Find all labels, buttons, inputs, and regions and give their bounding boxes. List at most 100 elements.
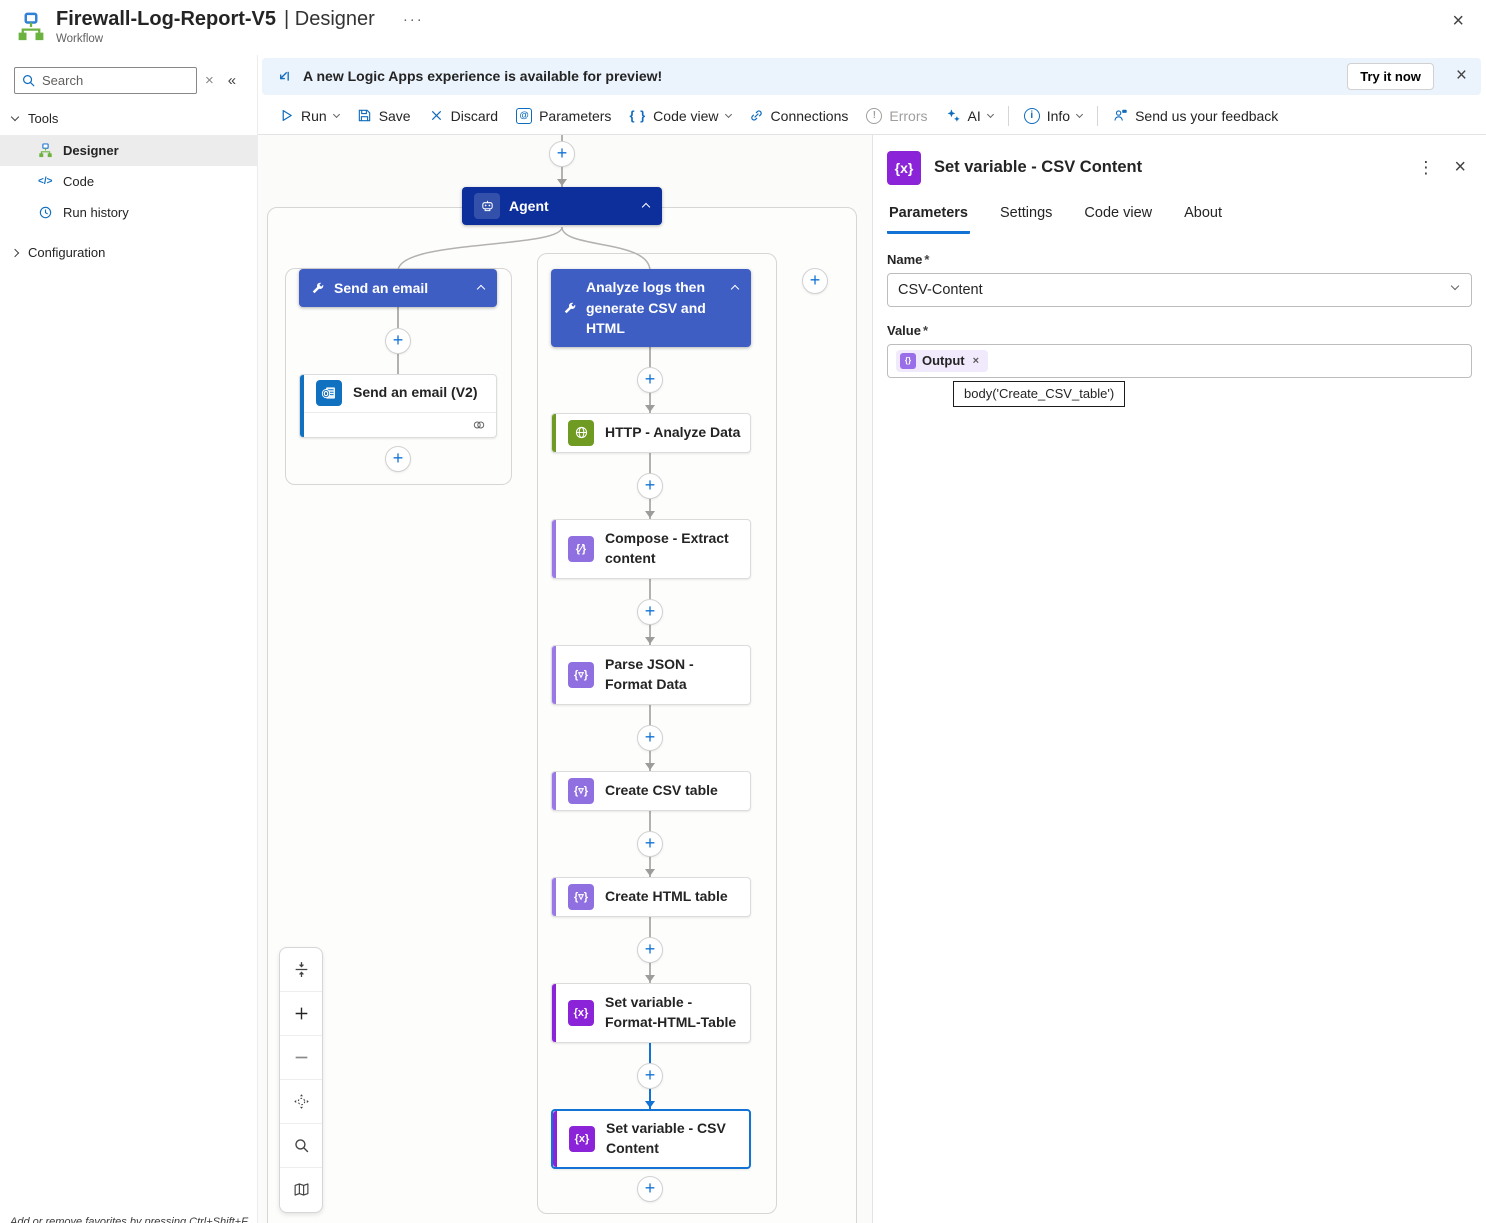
output-token[interactable]: {} Output ×: [896, 349, 989, 372]
run-button[interactable]: Run: [270, 103, 348, 129]
action-node-http-analyze-data[interactable]: HTTP - Analyze Data: [551, 412, 751, 453]
try-it-now-button[interactable]: Try it now: [1347, 62, 1434, 90]
add-tool-button[interactable]: +: [802, 267, 828, 294]
action-node-create-html-table[interactable]: {▿} Create HTML table: [551, 876, 751, 917]
action-node-set-variable-format-html[interactable]: {x} Set variable - Format-HTML-Table: [551, 982, 751, 1043]
clock-icon: [39, 206, 52, 219]
code-view-button[interactable]: { } Code view: [620, 103, 739, 129]
pan-mode-button[interactable]: [280, 1080, 322, 1124]
canvas-search-button[interactable]: [280, 1124, 322, 1168]
save-button[interactable]: Save: [348, 103, 420, 129]
designer-canvas[interactable]: + Agent + Send an email + Send an email …: [258, 134, 872, 1223]
action-node-create-csv-table[interactable]: {▿} Create CSV table: [551, 770, 751, 811]
add-action-button[interactable]: +: [637, 366, 663, 393]
name-field-label: Name *: [887, 251, 930, 267]
accent-bar: [552, 877, 556, 916]
arrow-down-icon: [645, 404, 655, 412]
sidebar-group-tools[interactable]: Tools: [0, 102, 257, 135]
set-variable-icon: {x}: [568, 999, 594, 1026]
arrow-down-icon: [645, 762, 655, 770]
zoom-in-button[interactable]: [280, 992, 322, 1036]
connection-icon: [473, 421, 485, 429]
action-node-parse-json[interactable]: {▿} Parse JSON - Format Data: [551, 644, 751, 705]
panel-close-icon[interactable]: ×: [1454, 156, 1466, 179]
chevron-up-icon[interactable]: [641, 203, 651, 212]
tool-node-send-email[interactable]: Send an email: [299, 268, 497, 307]
sidebar-group-configuration[interactable]: Configuration: [0, 236, 257, 269]
variable-value-input[interactable]: {} Output ×: [887, 343, 1472, 378]
tab-code-view[interactable]: Code view: [1082, 199, 1154, 234]
toolbar-divider: [1097, 105, 1099, 126]
run-icon: [282, 110, 292, 122]
sidebar-item-code[interactable]: </> Code: [0, 166, 257, 197]
add-action-button[interactable]: +: [637, 724, 663, 751]
search-clear-icon[interactable]: ×: [205, 72, 214, 89]
add-action-button[interactable]: +: [637, 1062, 663, 1089]
chevron-right-icon: [10, 248, 20, 257]
favorites-hint: Add or remove favorites by pressing Ctrl…: [10, 1216, 248, 1223]
info-button[interactable]: i Info: [1015, 103, 1091, 129]
chevron-up-icon[interactable]: [730, 284, 740, 293]
table-icon: {▿}: [568, 883, 594, 910]
action-node-compose-extract[interactable]: {⁄} Compose - Extract content: [551, 518, 751, 579]
robot-icon: [474, 192, 500, 219]
tab-parameters[interactable]: Parameters: [887, 199, 970, 234]
wrench-icon: [312, 282, 324, 293]
close-blade-icon[interactable]: ×: [1444, 8, 1472, 35]
action-node-send-email-v2[interactable]: Send an email (V2): [299, 373, 497, 438]
tool-node-analyze-logs[interactable]: Analyze logs then generate CSV and HTML: [551, 268, 751, 347]
set-variable-icon: {x}: [569, 1125, 595, 1152]
workflow-title: Firewall-Log-Report-V5: [56, 8, 277, 30]
action-node-set-variable-csv-content[interactable]: {x} Set variable - CSV Content: [551, 1108, 751, 1169]
sidebar-item-run-history[interactable]: Run history: [0, 197, 257, 228]
accent-bar: [552, 771, 556, 810]
add-action-button[interactable]: +: [637, 830, 663, 857]
panel-more-icon[interactable]: ⋮: [1417, 158, 1434, 178]
accent-bar: [552, 645, 556, 704]
feedback-button[interactable]: Send us your feedback: [1104, 103, 1287, 129]
view-mode-label: | Designer: [284, 8, 375, 30]
variable-name-input[interactable]: [887, 272, 1472, 307]
token-icon: {}: [900, 352, 916, 369]
accent-bar: [300, 374, 304, 437]
title-bar: Firewall-Log-Report-V5 | Designer ··· Wo…: [0, 0, 1486, 55]
search-input[interactable]: [42, 73, 190, 88]
minimap-button[interactable]: [280, 1168, 322, 1212]
zoom-out-button[interactable]: [280, 1036, 322, 1080]
ai-button[interactable]: AI: [937, 103, 1002, 129]
arrow-down-icon: [645, 510, 655, 518]
tab-about[interactable]: About: [1182, 199, 1224, 234]
tab-settings[interactable]: Settings: [998, 199, 1054, 234]
chevron-up-icon[interactable]: [476, 285, 486, 294]
add-action-button[interactable]: +: [549, 140, 575, 167]
action-details-panel: {x} Set variable - CSV Content ⋮ × Param…: [872, 134, 1486, 1223]
add-action-button[interactable]: +: [637, 598, 663, 625]
outlook-icon: [316, 380, 342, 407]
agent-node[interactable]: Agent: [462, 186, 662, 225]
connections-button[interactable]: Connections: [740, 103, 858, 129]
feedback-icon: [1114, 110, 1127, 121]
banner-close-icon[interactable]: ×: [1456, 65, 1467, 87]
add-action-button[interactable]: +: [385, 445, 411, 472]
add-action-button[interactable]: +: [637, 472, 663, 499]
chevron-down-icon: [724, 110, 732, 118]
title-more-button[interactable]: ···: [403, 11, 424, 28]
code-icon: </>: [38, 176, 53, 187]
fit-view-button[interactable]: [280, 948, 322, 992]
discard-button[interactable]: Discard: [420, 103, 507, 129]
sidebar-collapse-icon[interactable]: «: [228, 72, 236, 89]
token-remove-icon[interactable]: ×: [973, 355, 979, 367]
sidebar: × « Tools Designer </> Code Run history: [0, 55, 258, 1223]
add-action-button[interactable]: +: [637, 936, 663, 963]
link-icon: [750, 110, 762, 121]
search-box[interactable]: [14, 67, 197, 94]
parse-json-icon: {▿}: [568, 661, 594, 688]
add-action-button[interactable]: +: [637, 1175, 663, 1202]
set-variable-icon: {x}: [887, 150, 921, 185]
sidebar-item-designer[interactable]: Designer: [0, 135, 257, 166]
arrow-down-icon: [645, 1100, 655, 1108]
add-action-button[interactable]: +: [385, 327, 411, 354]
accent-bar: [553, 1110, 557, 1167]
info-icon: i: [1023, 107, 1040, 124]
parameters-button[interactable]: @ Parameters: [507, 103, 620, 129]
